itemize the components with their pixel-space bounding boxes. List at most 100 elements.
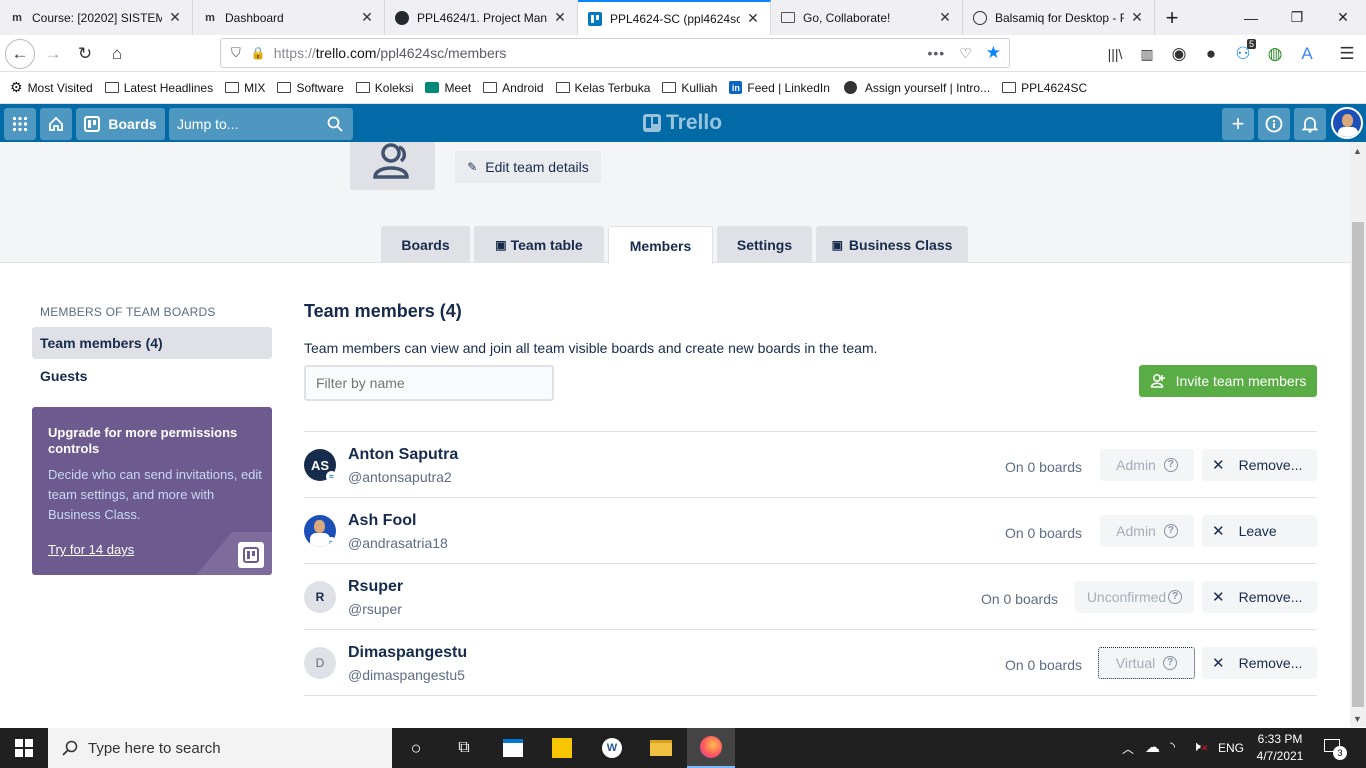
minimize-button[interactable]: — [1228,0,1274,35]
avatar[interactable]: R [304,581,336,613]
onedrive-icon[interactable]: ☁ [1145,738,1160,756]
sync-icon[interactable]: ◉ [1164,39,1194,69]
translate-icon[interactable]: A [1292,39,1322,69]
avatar[interactable]: AS ≈ [304,449,337,482]
network-icon[interactable]: ◝ [1170,739,1175,755]
cortana-icon[interactable]: ○ [392,728,440,768]
star-icon[interactable]: ★ [986,43,1001,63]
boards-button[interactable]: Boards [76,108,165,140]
close-icon[interactable]: ✕ [938,9,952,26]
help-icon[interactable]: ? [1168,590,1183,604]
avatar[interactable] [1331,107,1363,139]
bookmark-item[interactable]: Assign yourself | Intro... [842,81,990,95]
browser-tab-active[interactable]: PPL4624-SC (ppl4624sc) | ✕ [578,0,771,35]
boards-count[interactable]: On 0 boards [1005,657,1082,673]
menu-icon[interactable]: ☰ [1332,39,1362,69]
remove-member-button[interactable]: ✕ Remove... [1202,581,1317,613]
help-icon[interactable]: ? [1163,524,1178,538]
back-icon[interactable]: ← [5,39,35,69]
browser-tab[interactable]: m Dashboard ✕ [193,0,385,35]
tab-settings[interactable]: Settings [717,226,812,263]
browser-tab[interactable]: Go, Collaborate! ✕ [771,0,963,35]
sidebar-item-guests[interactable]: Guests [32,360,272,392]
task-view-icon[interactable]: ⧉ [440,728,488,768]
try-free-link[interactable]: Try for 14 days [48,542,134,557]
extension-icon[interactable]: ⚇ 5 [1228,39,1258,69]
help-icon[interactable]: ? [1163,656,1178,670]
tab-boards[interactable]: Boards [381,226,470,263]
close-icon[interactable]: ✕ [360,9,374,26]
new-tab-button[interactable]: + [1152,0,1192,35]
volume-muted-icon[interactable]: 🕨✕ [1192,738,1208,755]
bookmark-item[interactable]: ⚙ Most Visited [10,79,93,96]
bookmark-item[interactable]: Kelas Terbuka [555,81,650,95]
remove-member-button[interactable]: ✕ Remove... [1202,449,1317,481]
browser-tab[interactable]: PPL4624/1. Project Mana ✕ [385,0,578,35]
notification-icon[interactable]: 3 [1322,737,1347,760]
edit-team-details-button[interactable]: ✎ Edit team details [455,151,601,183]
bookmark-item[interactable]: Software [277,81,344,95]
home-icon[interactable] [40,108,72,140]
globe-extension-icon[interactable]: ◍ [1260,39,1290,69]
sidebar-icon[interactable]: ▥ [1132,39,1162,69]
bookmark-item[interactable]: Koleksi [355,81,413,95]
permission-button[interactable]: Admin? [1100,515,1194,547]
language-indicator[interactable]: ENG [1218,741,1244,755]
maximize-button[interactable]: ❐ [1274,0,1320,35]
browser-tab[interactable]: Balsamiq for Desktop - Fa ✕ [963,0,1155,35]
sticky-notes-icon[interactable] [538,728,586,768]
boards-count[interactable]: On 0 boards [1005,525,1082,541]
clock-date[interactable]: 4/7/2021 [1255,749,1305,763]
file-explorer-icon[interactable] [637,728,685,768]
home-icon[interactable]: ⌂ [102,39,132,69]
reload-icon[interactable]: ↻ [70,39,100,69]
tab-business-class[interactable]: ▣ Business Class [816,226,968,263]
remove-member-button[interactable]: ✕ Remove... [1202,647,1317,679]
permission-button[interactable]: Admin? [1100,449,1194,481]
windows-start-icon[interactable] [0,728,48,768]
avatar[interactable]: ≈ [304,515,336,547]
close-icon[interactable]: ✕ [553,9,567,26]
apps-grid-icon[interactable] [4,108,36,140]
info-icon[interactable] [1258,108,1290,140]
tab-team-table[interactable]: ▣ Team table [474,226,604,263]
filter-by-name-input[interactable] [304,365,554,401]
scroll-down-icon[interactable]: ▼ [1353,714,1362,724]
close-icon[interactable]: ✕ [746,10,760,27]
library-icon[interactable]: |||\ [1100,39,1130,69]
app-icon[interactable]: W [588,728,636,768]
sidebar-item-team-members[interactable]: Team members (4) [32,327,272,359]
bookmark-item[interactable]: Kulliah [662,81,717,95]
leave-team-button[interactable]: ✕ Leave [1202,515,1317,547]
bookmark-item[interactable]: Android [483,81,544,95]
bookmark-item[interactable]: in Feed | LinkedIn [729,81,830,95]
bookmark-item[interactable]: MIX [225,81,265,95]
page-actions-icon[interactable]: ••• [927,45,945,61]
chevron-up-icon[interactable]: ︿ [1122,740,1134,757]
account-icon[interactable]: ● [1196,39,1226,69]
scrollbar-thumb[interactable] [1352,222,1364,707]
invite-team-members-button[interactable]: Invite team members [1139,365,1317,397]
tab-members[interactable]: Members [608,226,713,264]
trello-logo[interactable]: Trello [643,111,722,135]
member-name[interactable]: Anton Saputra [348,446,458,464]
browser-tab[interactable]: m Course: [20202] SISTEM T ✕ [0,0,193,35]
permission-button[interactable]: Virtual? [1098,647,1195,679]
jump-to-search[interactable]: Jump to... [169,108,353,140]
create-button[interactable]: + [1222,108,1254,140]
close-icon[interactable]: ✕ [1130,9,1144,26]
taskbar-search-box[interactable]: Type here to search [48,728,392,768]
bell-icon[interactable] [1294,108,1326,140]
close-icon[interactable]: ✕ [168,9,182,26]
boards-count[interactable]: On 0 boards [981,591,1058,607]
member-name[interactable]: Rsuper [348,578,403,596]
url-bar[interactable]: ⛉ 🔒 https://trello.com/ppl4624sc/members… [220,38,1010,68]
close-window-button[interactable]: ✕ [1320,0,1366,35]
bookmark-item[interactable]: Meet [425,81,471,95]
firefox-icon[interactable] [687,728,735,768]
clock-time[interactable]: 6:33 PM [1255,732,1305,746]
member-name[interactable]: Dimaspangestu [348,644,467,662]
pocket-icon[interactable]: ♡ [959,45,972,62]
avatar[interactable]: D [304,647,336,679]
boards-count[interactable]: On 0 boards [1005,459,1082,475]
